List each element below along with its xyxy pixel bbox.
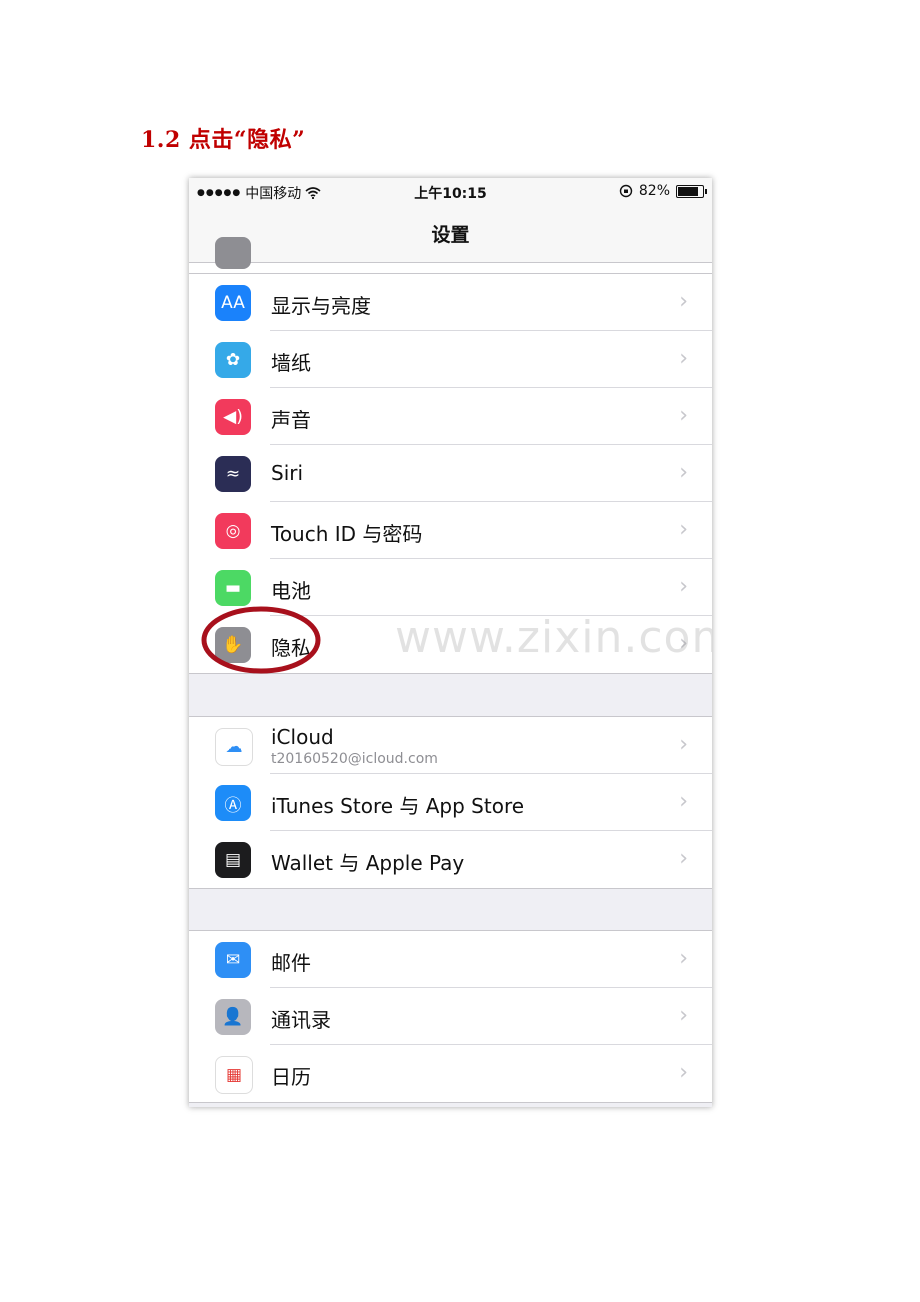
chevron-right-icon: › — [679, 789, 688, 814]
battery-status-icon — [676, 184, 707, 198]
fingerprint-icon: ◎ — [215, 513, 251, 549]
document-heading: 1.2 点击“隐私” — [141, 127, 306, 153]
siri-icon: ≈ — [215, 456, 251, 492]
settings-row-label: Siri — [271, 461, 304, 485]
chevron-right-icon: › — [679, 574, 688, 599]
privacy-hand-icon: ✋ — [215, 627, 251, 663]
settings-group-accounts: ☁ iCloud t20160520@icloud.com › ⒶiTunes Stor… — [189, 716, 712, 889]
settings-row-label: iTunes Store 与 App Store — [271, 794, 525, 818]
chevron-right-icon: › — [679, 631, 688, 656]
settings-row[interactable]: ▦ 日历 › — [189, 1045, 712, 1102]
page-title: 设置 — [431, 224, 470, 246]
settings-row[interactable]: ⒶiTunes Store 与 App Store › — [189, 774, 712, 831]
settings-row-label: 墙纸 — [271, 351, 311, 375]
wallpaper-flower-icon: ✿ — [215, 342, 251, 378]
settings-row-label: iCloud — [271, 725, 334, 749]
chevron-right-icon: › — [679, 346, 688, 371]
settings-row[interactable]: ▤ Wallet 与 Apple Pay › — [189, 831, 712, 888]
settings-group-display: AA 显示与亮度 › ✿ 墙纸 › ◀) 声音 › ≈ Siri › ◎ Touch ID 与密码 › ▬ 电池… — [189, 273, 712, 674]
calendar-icon: ▦ — [215, 1056, 253, 1094]
navigation-bar: 设置 — [189, 206, 712, 263]
settings-row[interactable]: ◎ Touch ID 与密码 › — [189, 502, 712, 559]
chevron-right-icon: › — [679, 460, 688, 485]
settings-row[interactable]: ✉ 邮件 › — [189, 931, 712, 988]
settings-row-label: 邮件 — [271, 951, 311, 975]
orientation-lock-icon — [619, 184, 633, 198]
settings-row-label: 隐私 — [271, 636, 311, 660]
settings-row-label: 日历 — [271, 1065, 311, 1089]
chevron-right-icon: › — [679, 946, 688, 971]
settings-row-sublabel: t20160520@icloud.com — [271, 751, 438, 767]
display-brightness-icon: AA — [215, 285, 251, 321]
settings-row-label: 声音 — [271, 408, 311, 432]
sound-speaker-icon: ◀) — [215, 399, 251, 435]
chevron-right-icon: › — [679, 403, 688, 428]
settings-row-label: 显示与亮度 — [271, 294, 371, 318]
settings-row-label: 电池 — [271, 579, 311, 603]
settings-row[interactable]: 👤 通讯录 › — [189, 988, 712, 1045]
settings-row[interactable]: ✋ 隐私 › — [189, 616, 712, 673]
icloud-icon: ☁ — [215, 728, 253, 766]
settings-row[interactable]: ▬ 电池 › — [189, 559, 712, 616]
settings-row[interactable]: ◀) 声音 › — [189, 388, 712, 445]
chevron-right-icon: › — [679, 732, 688, 757]
chevron-right-icon: › — [679, 289, 688, 314]
settings-row-label: Touch ID 与密码 — [271, 522, 423, 546]
contacts-icon: 👤 — [215, 999, 251, 1035]
partial-row-icon — [215, 237, 251, 269]
settings-row[interactable]: ✿ 墙纸 › — [189, 331, 712, 388]
battery-percent: 82% — [638, 183, 670, 199]
settings-row[interactable]: ☁ iCloud t20160520@icloud.com › — [189, 717, 712, 774]
app-store-icon: Ⓐ — [215, 785, 251, 821]
chevron-right-icon: › — [679, 1060, 688, 1085]
battery-icon: ▬ — [215, 570, 251, 606]
phone-screenshot: ●●●●● 中国移动 上午10:15 82% 设置 AA 显示与亮度 › ✿ 墙… — [189, 178, 712, 1107]
settings-group-apps: ✉ 邮件 › 👤 通讯录 › ▦ 日历 › — [189, 930, 712, 1103]
settings-row-label: 通讯录 — [271, 1008, 331, 1032]
chevron-right-icon: › — [679, 517, 688, 542]
wallet-icon: ▤ — [215, 842, 251, 878]
mail-icon: ✉ — [215, 942, 251, 978]
chevron-right-icon: › — [679, 1003, 688, 1028]
settings-row-label: Wallet 与 Apple Pay — [271, 851, 465, 875]
status-bar: ●●●●● 中国移动 上午10:15 82% — [189, 178, 712, 206]
chevron-right-icon: › — [679, 846, 688, 871]
settings-row[interactable]: AA 显示与亮度 › — [189, 274, 712, 331]
settings-row[interactable]: ≈ Siri › — [189, 445, 712, 502]
